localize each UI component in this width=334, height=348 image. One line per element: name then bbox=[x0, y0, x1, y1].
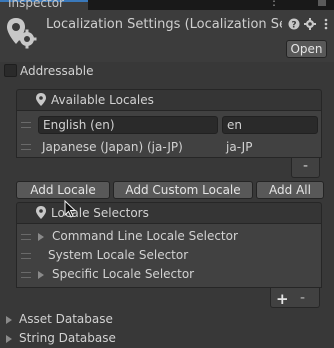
addressable-label: Addressable bbox=[20, 64, 94, 78]
location-pin-icon bbox=[36, 93, 46, 106]
expand-arrow-icon[interactable] bbox=[38, 271, 44, 279]
foldout-arrow-icon[interactable] bbox=[6, 335, 12, 343]
locale-name-field[interactable]: Japanese (Japan) (ja-JP) bbox=[42, 140, 183, 154]
available-locales-title: Available Locales bbox=[51, 93, 154, 107]
help-icon[interactable]: ? bbox=[288, 18, 300, 31]
drag-handle-icon[interactable] bbox=[21, 144, 31, 150]
locale-code-field[interactable]: ja-JP bbox=[226, 140, 252, 154]
window-control-icon[interactable] bbox=[318, 0, 326, 6]
drag-handle-icon[interactable] bbox=[21, 234, 31, 240]
add-selector-button[interactable]: + bbox=[276, 290, 289, 308]
selector-item-label: System Locale Selector bbox=[48, 248, 189, 262]
selector-item-label: Specific Locale Selector bbox=[52, 267, 195, 281]
expand-arrow-icon[interactable] bbox=[38, 233, 44, 241]
drag-handle-icon[interactable] bbox=[21, 122, 31, 128]
add-locale-button[interactable]: Add Locale bbox=[16, 181, 110, 199]
localization-settings-icon bbox=[6, 16, 38, 52]
addressable-checkbox[interactable] bbox=[4, 64, 17, 77]
add-all-button[interactable]: Add All bbox=[256, 181, 324, 199]
locale-code-field[interactable]: en bbox=[222, 116, 318, 134]
inspector-title: Localization Settings (Localization Set bbox=[46, 17, 282, 32]
locale-name-field[interactable]: English (en) bbox=[38, 116, 218, 134]
string-database-foldout[interactable]: String Database bbox=[19, 331, 116, 345]
tab-menu-icon[interactable]: ⋮ bbox=[268, 0, 280, 8]
mouse-cursor-icon bbox=[64, 199, 77, 218]
open-button[interactable]: Open bbox=[286, 40, 327, 58]
svg-text:?: ? bbox=[291, 21, 296, 31]
selector-item-label: Command Line Locale Selector bbox=[52, 229, 238, 243]
location-pin-icon bbox=[36, 206, 46, 219]
drag-handle-icon[interactable] bbox=[21, 253, 31, 259]
add-custom-locale-button[interactable]: Add Custom Locale bbox=[113, 181, 253, 199]
more-vert-icon[interactable] bbox=[320, 18, 332, 30]
remove-locale-button[interactable]: - bbox=[291, 158, 320, 178]
drag-handle-icon[interactable] bbox=[21, 272, 31, 278]
remove-selector-button[interactable]: - bbox=[300, 290, 305, 306]
asset-database-foldout[interactable]: Asset Database bbox=[19, 312, 113, 326]
foldout-arrow-icon[interactable] bbox=[6, 316, 12, 324]
inspector-tab[interactable]: Inspector bbox=[0, 0, 88, 10]
settings-icon[interactable] bbox=[304, 18, 316, 30]
inspector-tab-label: Inspector bbox=[8, 0, 64, 10]
